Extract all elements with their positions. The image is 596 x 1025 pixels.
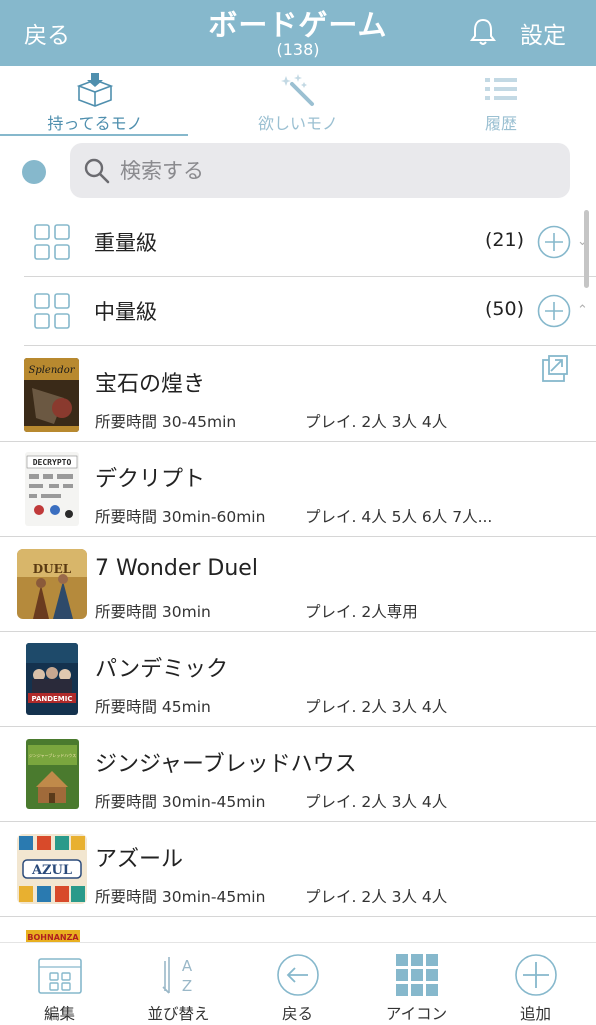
category-row[interactable]: 重量級 (21) ⌄ [24, 208, 596, 277]
grid-icon [34, 224, 70, 260]
game-thumbnail-azul: AZUL [17, 834, 87, 904]
back-nav-button[interactable]: 戻る [238, 943, 357, 1025]
game-title: 7 Wonder Duel [95, 556, 258, 581]
game-thumbnail-7-wonders-duel: DUEL [17, 549, 87, 619]
sort-az-icon: A Z [162, 957, 193, 995]
thumb-text: DECRYPTO [33, 458, 72, 467]
grid-icon [34, 293, 70, 329]
edit-grid-icon [38, 958, 82, 994]
tab-history-label: 履歴 [484, 114, 517, 133]
sort-label: 並び替え [147, 1005, 210, 1023]
page-title: ボードゲーム [208, 8, 388, 42]
scrollbar[interactable] [584, 210, 589, 288]
external-link-icon[interactable] [540, 354, 570, 384]
active-tab-indicator [0, 134, 188, 136]
edit-button[interactable]: 編集 [0, 943, 119, 1025]
game-duration: 所要時間 45min [95, 698, 211, 716]
item-count: (138) [276, 40, 320, 59]
game-duration: 所要時間 30min-60min [95, 508, 266, 526]
game-title: デクリプト [95, 467, 206, 492]
add-button[interactable]: 追加 [476, 943, 595, 1025]
category-row[interactable]: 中量級 (50) ⌃ [24, 277, 596, 346]
icon-view-button[interactable]: アイコン [357, 943, 476, 1025]
game-players: プレイ. 2人専用 [305, 603, 418, 621]
thumb-text: BOHNANZA [27, 933, 79, 942]
add-label: 追加 [519, 1005, 551, 1023]
thumb-text: Splendor [28, 365, 75, 376]
game-thumbnail-splendor: Splendor [24, 358, 79, 432]
game-players: プレイ. 2人 3人 4人 [305, 793, 448, 811]
edit-label: 編集 [43, 1005, 75, 1023]
category-name: 重量級 [94, 231, 157, 255]
tab-history[interactable]: 履歴 [406, 66, 596, 138]
icon-grid-icon [396, 954, 438, 996]
plus-circle-icon[interactable] [537, 225, 571, 259]
back-arrow-icon [277, 954, 319, 996]
settings-button[interactable]: 設定 [520, 16, 566, 50]
game-row[interactable]: AZUL アズール 所要時間 30min-45min プレイ. 2人 3人 4人 [0, 821, 596, 917]
game-title: アズール [95, 847, 184, 872]
game-row[interactable]: DECRYPTO デクリプト 所要時間 30min-60min プレイ. 4人 … [0, 441, 596, 537]
add-icon [515, 954, 557, 996]
game-duration: 所要時間 30-45min [95, 413, 237, 431]
game-players: プレイ. 4人 5人 6人 7人... [305, 508, 493, 526]
tab-wishlist[interactable]: 欲しいモノ [203, 66, 393, 138]
game-row[interactable]: PANDEMIC パンデミック 所要時間 45min プレイ. 2人 3人 4人 [0, 631, 596, 727]
search-bar[interactable] [70, 143, 570, 198]
game-players: プレイ. 2人 3人 4人 [305, 698, 448, 716]
game-row[interactable]: DUEL 7 Wonder Duel 所要時間 30min プレイ. 2人専用 [0, 536, 596, 632]
game-players: プレイ. 2人 3人 4人 [305, 888, 448, 906]
game-thumbnail-pandemic: PANDEMIC [26, 643, 78, 715]
filter-dot[interactable] [22, 160, 46, 184]
bottom-toolbar: 編集 A Z 並び替え 戻る アイコン 追加 [0, 942, 596, 1025]
game-duration: 所要時間 30min [95, 603, 211, 621]
svg-text:A: A [182, 957, 193, 975]
thumb-text: AZUL [31, 863, 72, 878]
category-count: (21) [484, 229, 524, 251]
thumb-text: ジンジャーブレッドハウス [29, 752, 77, 758]
game-title: パンデミック [95, 657, 229, 682]
game-title: 宝石の煌き [95, 372, 206, 397]
game-thumbnail-gingerbread-house: ジンジャーブレッドハウス [26, 739, 79, 809]
list-icon [485, 78, 517, 100]
game-thumbnail-decrypto: DECRYPTO [25, 452, 79, 526]
sort-button[interactable]: A Z 並び替え [119, 943, 238, 1025]
box-download-icon [76, 73, 114, 107]
tab-owned[interactable]: 持ってるモノ [0, 66, 190, 138]
chevron-up-icon: ⌃ [577, 303, 588, 318]
segment-tabs: 持ってるモノ 欲しいモノ 履歴 [0, 66, 596, 138]
category-count: (50) [484, 298, 524, 320]
search-input[interactable] [118, 152, 542, 190]
category-name: 中量級 [94, 300, 157, 324]
game-thumbnail-bohnanza: BOHNANZA [26, 930, 80, 942]
nav-header: 戻る ボードゲーム (138) 設定 [0, 0, 596, 66]
svg-text:Z: Z [182, 977, 192, 995]
thumb-text: PANDEMIC [31, 695, 72, 703]
game-title: ジンジャーブレッドハウス [95, 752, 357, 777]
back-nav-label: 戻る [281, 1005, 313, 1023]
game-row[interactable]: ジンジャーブレッドハウス ジンジャーブレッドハウス 所要時間 30min-45m… [0, 726, 596, 822]
game-duration: 所要時間 30min-45min [95, 888, 266, 906]
tab-wishlist-label: 欲しいモノ [257, 114, 338, 133]
game-row[interactable]: Splendor 宝石の煌き 所要時間 30-45min プレイ. 2人 3人 … [0, 346, 596, 442]
magic-wand-icon [281, 74, 314, 106]
tab-owned-label: 持ってるモノ [47, 114, 143, 133]
search-icon [84, 158, 110, 184]
thumb-text: DUEL [33, 562, 72, 576]
plus-circle-icon[interactable] [537, 294, 571, 328]
game-players: プレイ. 2人 3人 4人 [305, 413, 448, 431]
bell-icon[interactable] [466, 15, 500, 49]
game-duration: 所要時間 30min-45min [95, 793, 266, 811]
icon-view-label: アイコン [385, 1005, 448, 1023]
